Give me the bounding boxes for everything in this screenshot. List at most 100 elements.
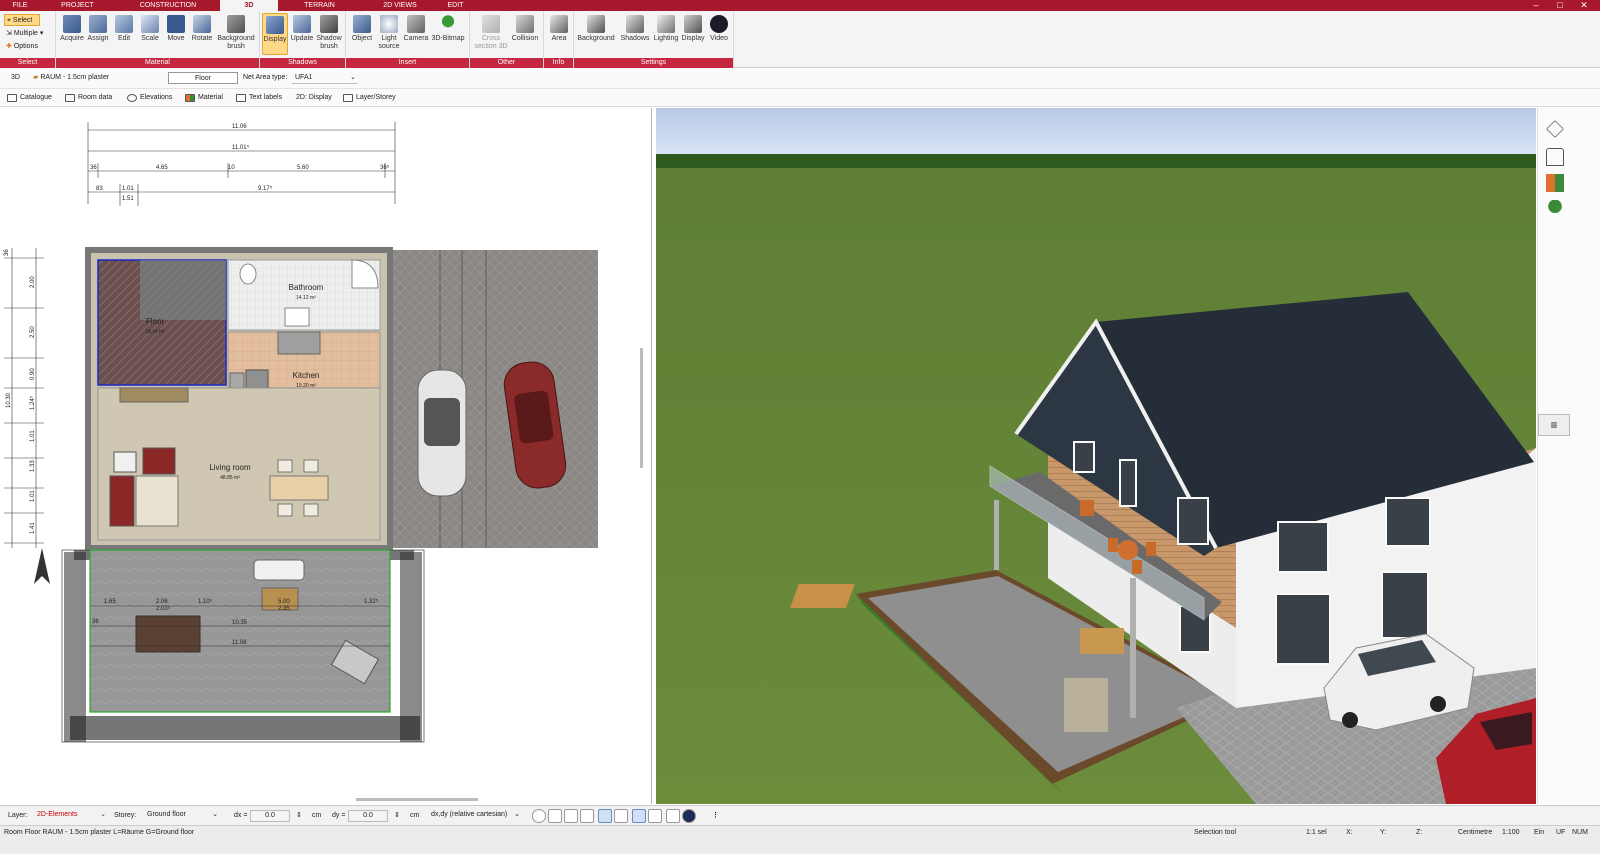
- maximize-button[interactable]: □: [1552, 0, 1568, 11]
- layer-select[interactable]: 2D-Elements ⌄: [34, 810, 106, 822]
- settings-shadows-button[interactable]: Shadows: [620, 15, 650, 43]
- dim-label: 1.24⁵: [29, 395, 36, 410]
- multiple-dropdown[interactable]: ⇲ Multiple ▾: [4, 28, 43, 40]
- layer-storey-button[interactable]: Layer/Storey: [342, 92, 396, 104]
- floor-plan-view[interactable]: 11.06 11.01⁵ 4.65 10 5.60 36⁵ 36 83 1.01…: [0, 108, 652, 804]
- garden-sofa[interactable]: [253, 559, 305, 581]
- grid-toggle-icon[interactable]: [564, 809, 578, 823]
- scale-button[interactable]: Scale: [137, 15, 163, 43]
- plus-icon: ✚: [6, 43, 12, 50]
- tab-project[interactable]: PROJECT: [50, 0, 105, 11]
- staircase[interactable]: [140, 260, 226, 320]
- ortho-icon[interactable]: [614, 809, 628, 823]
- dining-table[interactable]: [269, 475, 329, 501]
- area-button[interactable]: Area: [546, 15, 572, 43]
- minimize-button[interactable]: –: [1528, 0, 1544, 11]
- layers-3d-icon[interactable]: [1546, 120, 1564, 138]
- status-z: Z:: [1416, 829, 1423, 836]
- camera-button[interactable]: Camera: [403, 15, 429, 43]
- display-shadows-button[interactable]: Display: [262, 13, 288, 55]
- dim-label: 36⁵: [380, 164, 390, 171]
- dy-input[interactable]: 0.0: [348, 810, 388, 822]
- tab-file[interactable]: FILE: [0, 0, 40, 11]
- tv-unit[interactable]: [113, 451, 137, 473]
- light-source-button[interactable]: Light source: [376, 15, 402, 51]
- background-button[interactable]: Background: [576, 15, 616, 43]
- terrace-table-2[interactable]: [1080, 628, 1124, 654]
- coffee-table[interactable]: [135, 475, 179, 527]
- terrace-table-3d[interactable]: [790, 584, 855, 608]
- sideboard[interactable]: [119, 387, 189, 403]
- north-icon[interactable]: [682, 809, 696, 823]
- white-car-top[interactable]: [417, 369, 467, 497]
- armchair-icon[interactable]: [1546, 148, 1564, 166]
- tab-terrain[interactable]: TERRAIN: [292, 0, 347, 11]
- catalogue-button[interactable]: Catalogue: [6, 92, 52, 104]
- hash-grid-icon[interactable]: [666, 809, 680, 823]
- angle-snap-icon[interactable]: [598, 809, 612, 823]
- settings-display-button[interactable]: Display: [680, 15, 706, 43]
- tab-construction[interactable]: CONSTRUCTION: [133, 0, 203, 11]
- toilet[interactable]: [239, 263, 257, 285]
- background-brush-button[interactable]: Background brush: [216, 15, 256, 51]
- lighting-button[interactable]: Lighting: [652, 15, 680, 43]
- room-data-button[interactable]: Room data: [64, 92, 112, 104]
- close-button[interactable]: ✕: [1576, 0, 1592, 11]
- snap-toggle-icon[interactable]: [580, 809, 594, 823]
- 3d-bitmap-label: 3D-Bitmap: [431, 35, 465, 42]
- layer-display-icon[interactable]: [632, 809, 646, 823]
- options-label: Options: [13, 43, 38, 50]
- move-button[interactable]: Move: [163, 15, 189, 43]
- elevations-button[interactable]: Elevations: [126, 92, 172, 104]
- clock-icon[interactable]: [532, 809, 546, 823]
- monitor-toggle-icon[interactable]: [548, 809, 562, 823]
- cross-section-button[interactable]: Cross section 3D: [473, 15, 509, 51]
- tab-3d[interactable]: 3D: [220, 0, 278, 11]
- edit-button[interactable]: Edit: [111, 15, 137, 43]
- floor-name-input[interactable]: Floor: [168, 72, 238, 84]
- stepper-icon[interactable]: ⇕: [394, 810, 400, 822]
- terrace-paving[interactable]: [89, 549, 391, 713]
- beach-chair[interactable]: [1064, 678, 1108, 732]
- assign-button[interactable]: Assign: [85, 15, 111, 43]
- patio-table[interactable]: [135, 615, 201, 653]
- collision-button[interactable]: Collision: [510, 15, 540, 43]
- plan-vertical-scrollbar[interactable]: [640, 348, 643, 468]
- acquire-button[interactable]: Acquire: [59, 15, 85, 43]
- stepper-icon[interactable]: ⇕: [296, 810, 302, 822]
- armchair[interactable]: [142, 447, 176, 475]
- insert-object-button[interactable]: Object: [349, 15, 375, 43]
- dx-input[interactable]: 0.0: [250, 810, 290, 822]
- 3d-bitmap-button[interactable]: 3D-Bitmap: [430, 15, 466, 43]
- lines-icon[interactable]: [648, 809, 662, 823]
- coordinate-mode-select[interactable]: dx,dy (relative cartesian) ⌄: [428, 810, 520, 822]
- room-selector[interactable]: ▰ RAUM - 1.5cm plaster: [30, 72, 160, 84]
- shadow-brush-button[interactable]: Shadow brush: [316, 15, 342, 51]
- sofa[interactable]: [109, 475, 135, 527]
- washbasin[interactable]: [284, 307, 310, 327]
- 2d-display-button[interactable]: 2D: Display: [282, 92, 332, 104]
- net-area-select[interactable]: UFA1 ⌄: [292, 72, 358, 84]
- info-icon[interactable]: ⋮: [712, 810, 719, 822]
- 3d-view[interactable]: [656, 108, 1536, 804]
- floor-plan-drawing[interactable]: 11.06 11.01⁵ 4.65 10 5.60 36⁵ 36 83 1.01…: [0, 108, 652, 804]
- balcony-table[interactable]: [1118, 540, 1138, 560]
- dx-unit: cm: [312, 812, 322, 819]
- 3d-scene[interactable]: [656, 108, 1536, 804]
- chevron-down-icon: ⌄: [350, 74, 356, 81]
- text-labels-button[interactable]: Text labels: [235, 92, 282, 104]
- color-palette-icon[interactable]: [1546, 174, 1564, 192]
- tab-edit[interactable]: EDIT: [428, 0, 483, 11]
- options-button[interactable]: ✚ Options: [4, 41, 38, 53]
- tab-2d-views[interactable]: 2D VIEWS: [370, 0, 430, 11]
- tree-plant-icon[interactable]: [1546, 200, 1564, 218]
- update-shadows-button[interactable]: Update: [289, 15, 315, 43]
- rotate-button[interactable]: Rotate: [189, 15, 215, 43]
- kitchen-stove[interactable]: [277, 331, 321, 355]
- panel-toggle-handle[interactable]: ≡: [1538, 414, 1570, 436]
- video-button[interactable]: Video: [706, 15, 732, 43]
- plan-horizontal-scrollbar[interactable]: [356, 798, 478, 801]
- select-button[interactable]: ⌖ Select: [4, 14, 40, 26]
- material-button[interactable]: Material: [184, 92, 223, 104]
- storey-select[interactable]: Ground floor ⌄: [144, 810, 218, 822]
